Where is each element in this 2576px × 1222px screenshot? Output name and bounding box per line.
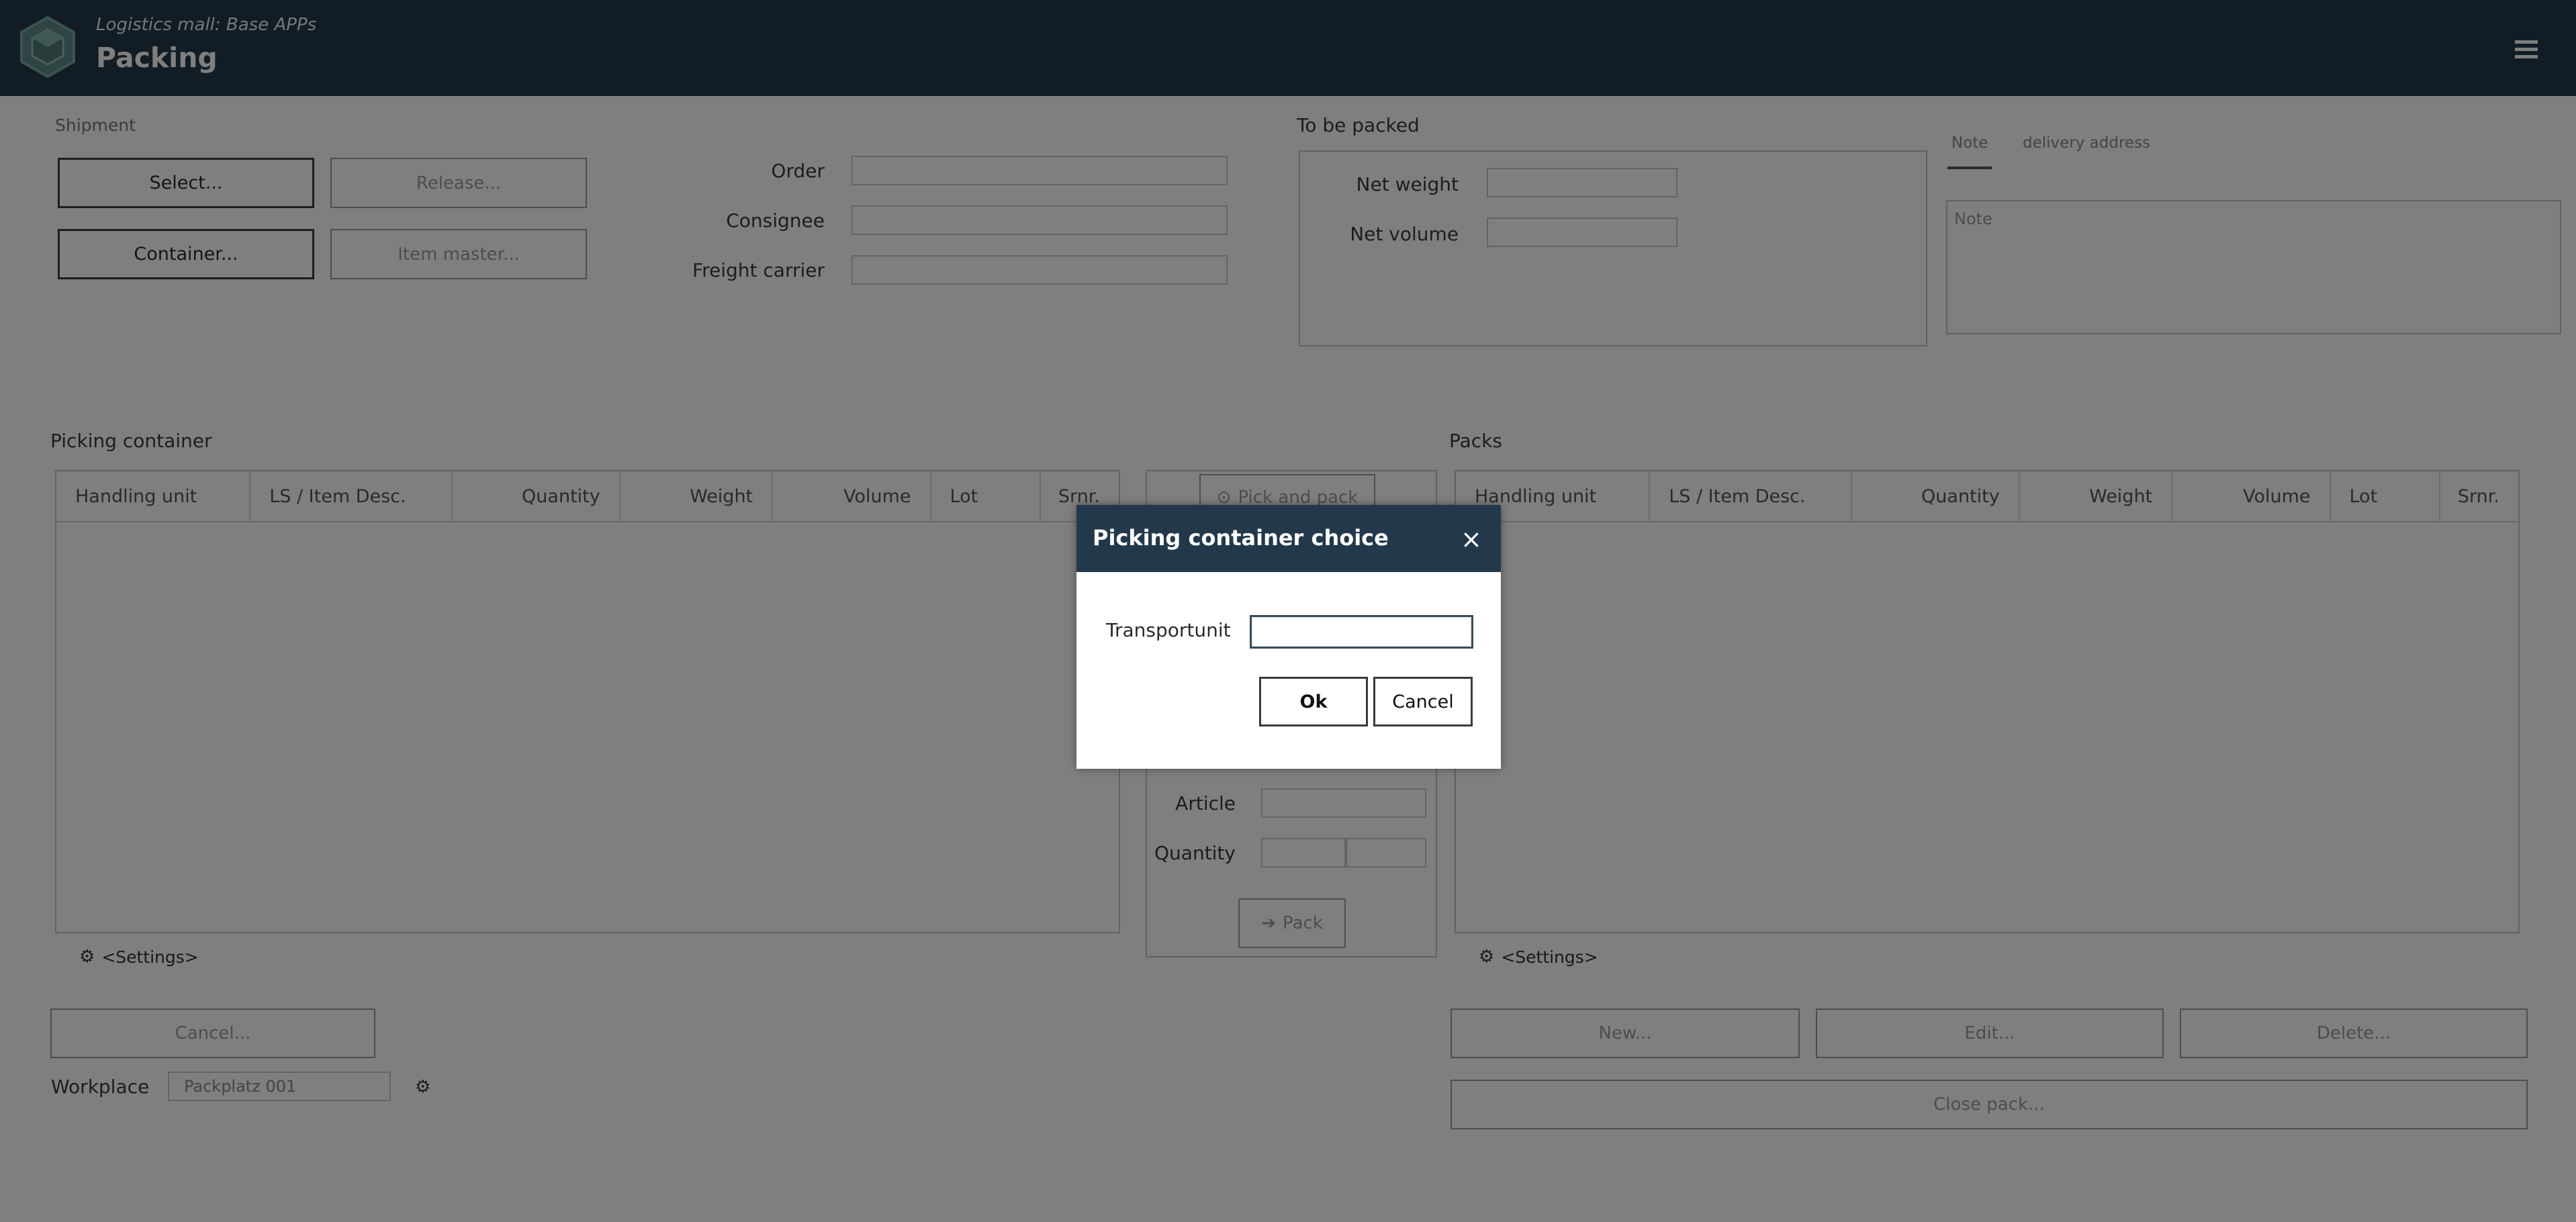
transportunit-label: Transportunit xyxy=(1106,619,1231,641)
ok-button[interactable]: Ok xyxy=(1259,677,1368,726)
transportunit-input[interactable] xyxy=(1250,615,1473,649)
dialog-title: Picking container choice xyxy=(1093,525,1389,551)
dialog-cancel-button[interactable]: Cancel xyxy=(1373,677,1473,726)
picking-container-dialog: Picking container choice × Transportunit… xyxy=(1076,505,1501,769)
close-icon[interactable]: × xyxy=(1461,526,1482,552)
